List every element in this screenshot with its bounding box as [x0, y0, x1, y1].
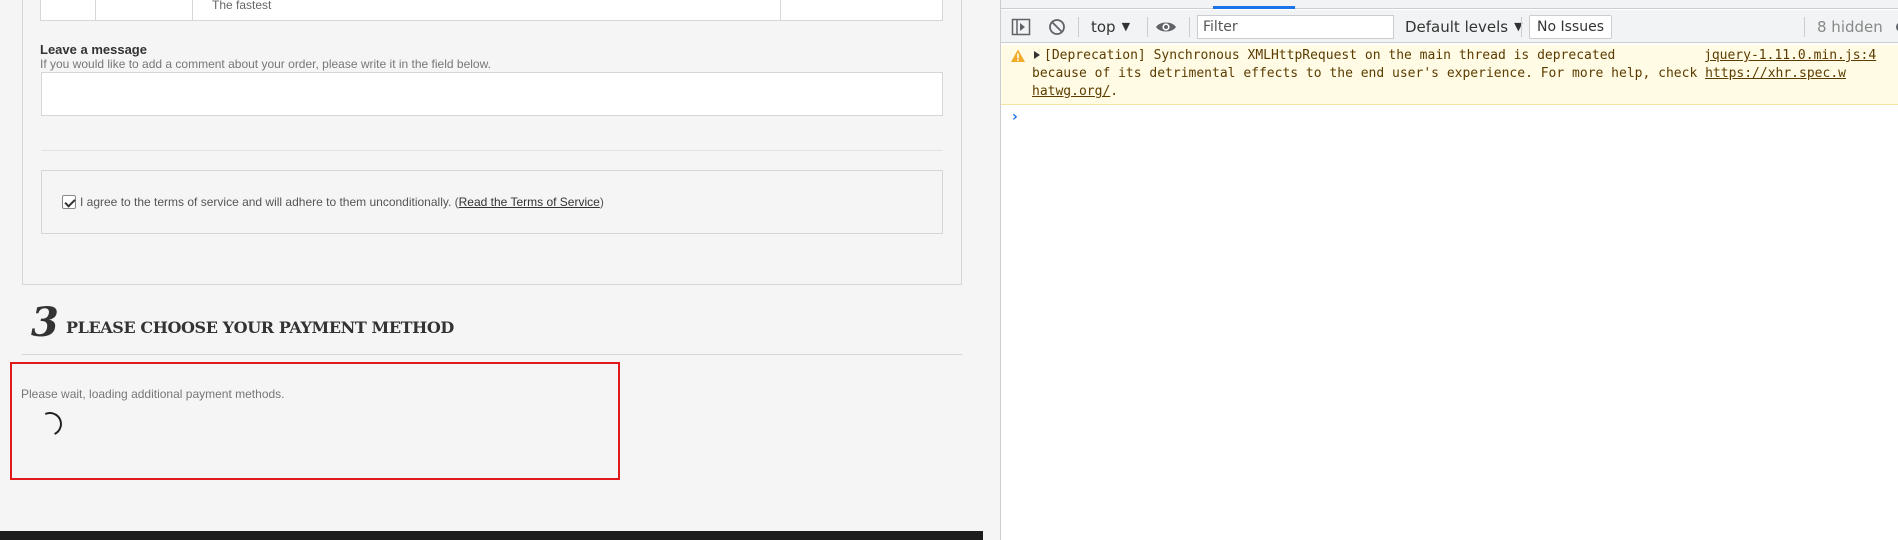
terms-agree-label: I agree to the terms of service and will…	[80, 195, 604, 209]
payment-loading-text: Please wait, loading additional payment …	[21, 387, 285, 401]
toolbar-divider	[1189, 17, 1190, 37]
live-expression-eye-icon	[1156, 22, 1176, 31]
table-cell-divider	[192, 0, 193, 20]
xhr-spec-link-continued[interactable]: hatwg.org/	[1032, 84, 1110, 99]
context-selector-label: top	[1091, 17, 1116, 36]
step-title-rule	[22, 354, 962, 355]
page-footer-bar	[0, 531, 983, 540]
payment-step-title: PLEASE CHOOSE YOUR PAYMENT METHOD	[66, 318, 454, 337]
devtools-tab-strip	[1001, 0, 1898, 9]
warning-text-line-1: [Deprecation] Synchronous XMLHttpRequest…	[1044, 48, 1616, 63]
sidebar-toggle-icon	[1011, 18, 1031, 35]
carrier-delay-text: The fastest	[212, 0, 272, 12]
toolbar-divider	[1804, 17, 1805, 37]
terms-of-service-box: I agree to the terms of service and will…	[41, 170, 943, 234]
panel-border-right	[961, 0, 962, 285]
warning-text-period: .	[1110, 84, 1119, 99]
toolbar-divider	[1078, 17, 1079, 37]
expand-triangle-icon[interactable]	[1034, 51, 1040, 59]
toolbar-divider	[1521, 17, 1522, 37]
terms-of-service-link[interactable]: Read the Terms of Service	[459, 195, 600, 209]
devtools-console-panel: top ▼ Default levels▼ No Issues 8 hidden	[1000, 0, 1898, 540]
context-selector[interactable]: top ▼	[1091, 10, 1130, 43]
table-cell-divider	[95, 0, 96, 20]
carrier-table-row[interactable]: The fastest	[40, 0, 943, 21]
step-number: 3	[31, 299, 59, 346]
log-levels-dropdown[interactable]: Default levels ▼	[1405, 10, 1523, 43]
checkout-page: The fastest Leave a message If you would…	[0, 0, 1000, 540]
active-tab-indicator	[1213, 6, 1295, 9]
terms-agree-checkbox[interactable]	[62, 195, 76, 209]
clear-console-icon	[1049, 18, 1065, 35]
section-divider	[41, 150, 943, 151]
console-warning-message[interactable]: [Deprecation] Synchronous XMLHttpRequest…	[1001, 45, 1898, 105]
issues-button[interactable]: No Issues	[1529, 15, 1612, 39]
table-cell-divider	[780, 0, 781, 20]
console-prompt-chevron[interactable]: ›	[1012, 109, 1018, 125]
order-message-textarea[interactable]	[41, 72, 943, 116]
chevron-down-icon: ▼	[1121, 20, 1131, 33]
warning-text-line-2-body: because of its detrimental effects to th…	[1032, 66, 1706, 81]
warning-text-line-2: because of its detrimental effects to th…	[1032, 65, 1846, 83]
clear-console-button[interactable]	[1048, 10, 1066, 43]
panel-border-left	[22, 0, 23, 285]
xhr-spec-link[interactable]: https://xhr.spec.w	[1705, 66, 1846, 81]
message-section-hint: If you would like to add a comment about…	[40, 57, 491, 71]
warning-triangle-icon	[1011, 49, 1025, 62]
warning-source-link[interactable]: jquery-1.11.0.min.js:4	[1704, 47, 1876, 65]
payment-methods-highlight-box	[10, 362, 620, 480]
toolbar-divider	[1147, 17, 1148, 37]
sidebar-toggle-button[interactable]	[1011, 10, 1031, 43]
terms-agree-text: I agree to the terms of service and will…	[80, 195, 459, 209]
panel-border-bottom	[22, 284, 962, 285]
terms-agree-suffix: )	[599, 195, 604, 209]
console-settings-button[interactable]	[1890, 10, 1898, 43]
warning-text-line-3: hatwg.org/.	[1032, 83, 1118, 101]
hidden-messages-count[interactable]: 8 hidden	[1817, 10, 1883, 43]
console-filter-input[interactable]	[1197, 15, 1394, 39]
settings-gear-icon	[1896, 22, 1898, 31]
console-toolbar: top ▼ Default levels▼ No Issues 8 hidden	[1001, 10, 1898, 43]
message-section-title: Leave a message	[40, 42, 147, 57]
live-expression-button[interactable]	[1155, 10, 1177, 43]
log-levels-label: Default levels	[1405, 17, 1509, 36]
